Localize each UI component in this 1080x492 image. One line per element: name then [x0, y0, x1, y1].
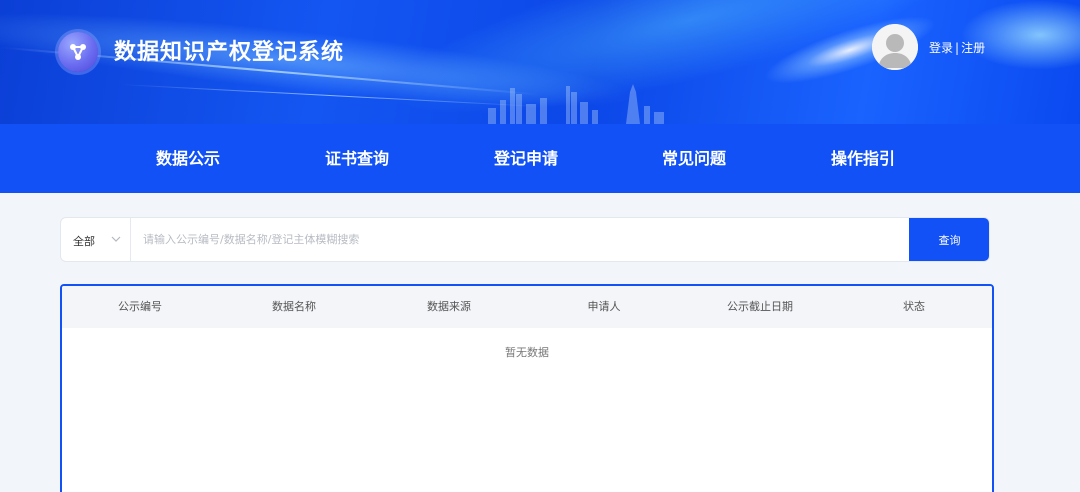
column-header: 数据来源 [427, 300, 471, 313]
login-link[interactable]: 登录 [929, 41, 953, 55]
auth-separator: | [955, 41, 960, 55]
user-avatar-icon [872, 24, 918, 70]
filter-select[interactable]: 全部 [61, 218, 131, 261]
nav-item-faq[interactable]: 常见问题 [662, 124, 726, 193]
search-input[interactable] [131, 218, 909, 261]
user-avatar[interactable] [872, 24, 918, 70]
chevron-down-icon [111, 236, 121, 242]
nav-item-guide[interactable]: 操作指引 [831, 124, 895, 193]
search-bar: 全部 查询 [60, 217, 990, 262]
column-header: 公示编号 [118, 300, 162, 313]
column-header: 申请人 [587, 300, 621, 313]
search-button[interactable]: 查询 [909, 218, 989, 261]
column-header: 公示截止日期 [727, 300, 793, 313]
app-title: 数据知识产权登记系统 [114, 40, 345, 65]
register-link[interactable]: 注册 [961, 41, 985, 55]
auth-links: 登录 | 注册 [929, 39, 985, 56]
nav-item-registration-apply[interactable]: 登记申请 [494, 124, 558, 193]
header-banner: 数据知识产权登记系统 登录 | 注册 [0, 0, 1080, 124]
banner-glow [960, 0, 1080, 70]
share-nodes-icon [70, 44, 86, 60]
column-header: 数据名称 [272, 300, 316, 313]
column-header: 状态 [903, 300, 925, 313]
results-table: 公示编号 数据名称 数据来源 申请人 公示截止日期 状态 暂无数据 [60, 284, 994, 492]
main-nav: 数据公示 证书查询 登记申请 常见问题 操作指引 [0, 124, 1080, 193]
filter-select-value: 全部 [73, 235, 95, 248]
city-skyline-illustration [488, 84, 664, 124]
app-logo [58, 32, 98, 72]
table-header: 公示编号 数据名称 数据来源 申请人 公示截止日期 状态 [62, 286, 992, 328]
nav-item-certificate-query[interactable]: 证书查询 [325, 124, 389, 193]
empty-state-text: 暂无数据 [505, 346, 549, 359]
nav-item-data-publicity[interactable]: 数据公示 [156, 124, 220, 193]
